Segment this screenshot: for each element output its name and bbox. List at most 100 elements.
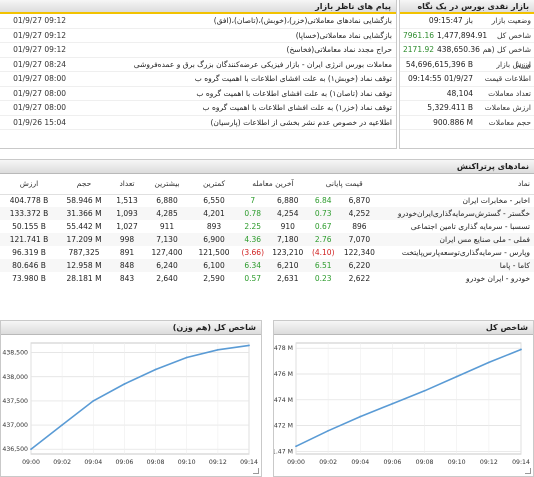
cell-count: 1,093 xyxy=(110,207,144,220)
market-summary-value: باز 09:15:47 xyxy=(403,14,473,28)
message-title[interactable]: بازگشایی نمادهای معاملاتی(خزر)،(خوبش)،(ت… xyxy=(66,14,392,28)
cell-max: 6,880 xyxy=(156,196,178,206)
message-item[interactable]: 01/9/27 08:00 توقف نماد (خوبش۱) به علت اف… xyxy=(0,72,396,87)
cell-symbol-name[interactable]: تسسبا - سرمایه گذاری تامین اجتماعی xyxy=(380,220,534,233)
cell-volume: 787,325 xyxy=(68,248,100,257)
message-item[interactable]: 01/9/27 09:12 بازگشایی نماد معاملاتی(خساپ… xyxy=(0,29,396,43)
table-row[interactable]: 133.372 B 31.366 M 1,093 4,285 4,201 0.78 4,25… xyxy=(0,207,534,220)
cell-max: 7,130 xyxy=(144,233,190,246)
market-summary-row: باز 09:15:47 وضعیت بازار xyxy=(400,14,534,29)
message-title[interactable]: توقف نماد (خوبش۱) به علت افشای اطلاعات ب… xyxy=(66,72,392,86)
col-max-header[interactable]: بیشترین xyxy=(144,174,190,195)
market-summary-row: 2171.92 438,650.36 شاخص کل (هم وزن) xyxy=(400,43,534,69)
message-item[interactable]: 01/9/27 09:12 بازگشایی نمادهای معاملاتی(خ… xyxy=(0,14,396,29)
data-point xyxy=(123,383,126,385)
cell-symbol-name[interactable]: خگستر - گسترش‌سرمایه‌گذاری‌ایران‌خودرو xyxy=(380,207,534,220)
data-point xyxy=(295,445,297,448)
message-item[interactable]: 01/9/26 15:04 اطلاعیه در خصوص عدم نشر بخش… xyxy=(0,116,396,130)
y-tick-label: 438,000 xyxy=(2,374,28,381)
cell-symbol-name[interactable]: اخابر - مخابرات ایران xyxy=(380,194,534,207)
market-summary-number: 900.886 M xyxy=(433,117,473,127)
x-tick-label: 09:10 xyxy=(178,459,196,466)
market-summary-label: شاخص کل xyxy=(496,30,531,40)
message-title[interactable]: بازگشایی نماد معاملاتی(خساپا) xyxy=(66,29,392,43)
total-index-chart-title: شاخص کل xyxy=(274,321,533,335)
col-close-header[interactable]: قیمت پایانی xyxy=(308,174,381,195)
table-row[interactable]: 404.778 B 58.946 M 1,513 6,880 6,550 7 6,880 6.… xyxy=(0,194,534,207)
cell-min: 6,550 xyxy=(203,196,225,206)
message-time: 01/9/27 09:12 xyxy=(13,16,66,25)
table-row[interactable]: 50.155 B 55.442 M 1,027 911 893 2.25 910 0.67 89… xyxy=(0,220,534,233)
message-title[interactable]: اطلاعیه در خصوص عدم نشر بخشی از اطلاعات … xyxy=(66,116,393,130)
cell-max: 6,240 xyxy=(144,259,190,272)
col-value-header[interactable]: ارزش xyxy=(0,174,58,195)
market-summary-number: 09:14:55 01/9/27 xyxy=(408,74,473,83)
col-last-header[interactable]: آخرین معامله xyxy=(238,174,309,195)
table-row[interactable]: 80.646 B 12.958 M 848 6,240 6,100 6.34 6,210 6.… xyxy=(0,259,534,272)
total-index-chart: 1.47 M 1.472 M 1.474 M 1.476 M 1.478 M 09:00 0… xyxy=(268,342,530,466)
table-row[interactable]: 73.980 B 28.181 M 843 2,640 2,590 0.57 2,631 0.… xyxy=(0,272,534,285)
cell-close: 7,070 xyxy=(338,233,381,246)
market-summary-row: 48,104 تعداد معاملات xyxy=(400,87,534,101)
cell-min: 6,100 xyxy=(190,259,238,272)
market-summary-label: ارزش معاملات xyxy=(484,103,531,112)
x-tick-label: 09:08 xyxy=(147,459,165,466)
cell-symbol-name[interactable]: فملی - ملی صنایع مس ایران xyxy=(380,233,534,246)
cell-last: 6,880 xyxy=(277,196,299,206)
message-item[interactable]: 01/9/27 08:00 توقف نماد (تاصان۱) به علت ا… xyxy=(0,87,396,101)
x-tick-label: 09:04 xyxy=(351,459,369,466)
table-row[interactable]: 96.319 B 787,325 891 127,400 121,500 (3.66) 12… xyxy=(0,246,534,259)
table-row[interactable]: 121.741 B 17.209 M 998 7,130 6,900 4.36 7,180 2… xyxy=(0,233,534,246)
top-symbols-body: 404.778 B 58.946 M 1,513 6,880 6,550 7 6,880 6.… xyxy=(0,194,534,285)
market-summary-change: 7961.16 xyxy=(403,30,435,40)
y-tick-label: 1.478 M xyxy=(274,345,293,352)
cell-close-change: 0.67 xyxy=(314,222,332,231)
x-tick-label: 09:12 xyxy=(480,459,498,466)
cell-last-change: 2.25 xyxy=(244,222,262,231)
message-time: 01/9/27 08:00 xyxy=(13,88,66,98)
cell-close: 4,252 xyxy=(338,207,381,220)
cell-last-change: 4.36 xyxy=(238,233,268,246)
message-item[interactable]: 01/9/27 08:00 توقف نماد (خزر۱) به علت افش… xyxy=(0,101,396,116)
message-title[interactable]: توقف نماد (تاصان۱) به علت افشای اطلاعات … xyxy=(66,87,392,101)
message-time: 01/9/27 08:00 xyxy=(13,74,66,83)
message-title[interactable]: معاملات بورس انرژی ایران - بازار فیزیکی … xyxy=(66,58,392,72)
cell-close-change: 0.73 xyxy=(308,207,339,220)
cell-volume: 12.958 M xyxy=(58,259,110,272)
cell-count: 843 xyxy=(119,274,135,283)
market-summary-label: ارزش بازار xyxy=(496,59,531,69)
cell-last: 7,180 xyxy=(267,233,309,246)
data-point xyxy=(154,368,157,371)
col-count-header[interactable]: تعداد xyxy=(110,174,144,195)
cell-last-change: 7 xyxy=(250,196,256,206)
cell-symbol-name[interactable]: کاما - پاما xyxy=(380,259,534,272)
x-tick-label: 09:04 xyxy=(84,459,102,466)
resize-handle-icon[interactable] xyxy=(253,468,259,474)
cell-last: 4,254 xyxy=(267,207,309,220)
table-header-row: ارزش حجم تعداد بیشترین کمترین آخرین معام… xyxy=(0,174,534,195)
market-summary-label: وضعیت بازار xyxy=(491,16,531,25)
cell-value: 133.372 B xyxy=(0,207,58,220)
cell-symbol-name[interactable]: وپارس - سرمایه‌گذاری‌توسعه‌پارس‌پایتخت xyxy=(380,246,534,259)
col-min-header[interactable]: کمترین xyxy=(190,174,238,195)
messages-header: پیام های ناظر بازار xyxy=(0,0,396,14)
cell-value: 73.980 B xyxy=(12,274,46,283)
message-title[interactable]: حراج مجدد نماد معاملاتی(فخاسخ) xyxy=(66,43,392,57)
market-summary-row: 7961.16 1,477,894.91 شاخص کل xyxy=(400,29,534,43)
message-item[interactable]: 01/9/27 09:12 حراج مجدد نماد معاملاتی(فخا… xyxy=(0,43,396,58)
cell-close-change: 6.84 xyxy=(314,196,332,206)
market-summary-label: شاخص کل (هم وزن) xyxy=(482,45,531,69)
x-tick-label: 09:08 xyxy=(416,459,434,466)
market-summary-value: 09:14:55 01/9/27 xyxy=(403,72,473,86)
message-title[interactable]: توقف نماد (خزر۱) به علت افشای اطلاعات با… xyxy=(66,101,392,115)
market-summary-header: بازار نقدی بورس در یک نگاه xyxy=(400,0,534,14)
col-name-header[interactable]: نماد xyxy=(380,174,534,195)
cell-count: 1,027 xyxy=(116,222,138,231)
cell-last-change: (3.66) xyxy=(241,248,265,257)
cell-symbol-name[interactable]: خودرو - ایران خودرو xyxy=(380,272,534,285)
resize-handle-icon[interactable] xyxy=(525,468,531,474)
cell-close: 896 xyxy=(352,222,367,231)
message-item[interactable]: 01/9/27 08:24 معاملات بورس انرژی ایران - … xyxy=(0,58,396,72)
col-volume-header[interactable]: حجم xyxy=(58,174,110,195)
cell-value: 50.155 B xyxy=(12,222,46,231)
